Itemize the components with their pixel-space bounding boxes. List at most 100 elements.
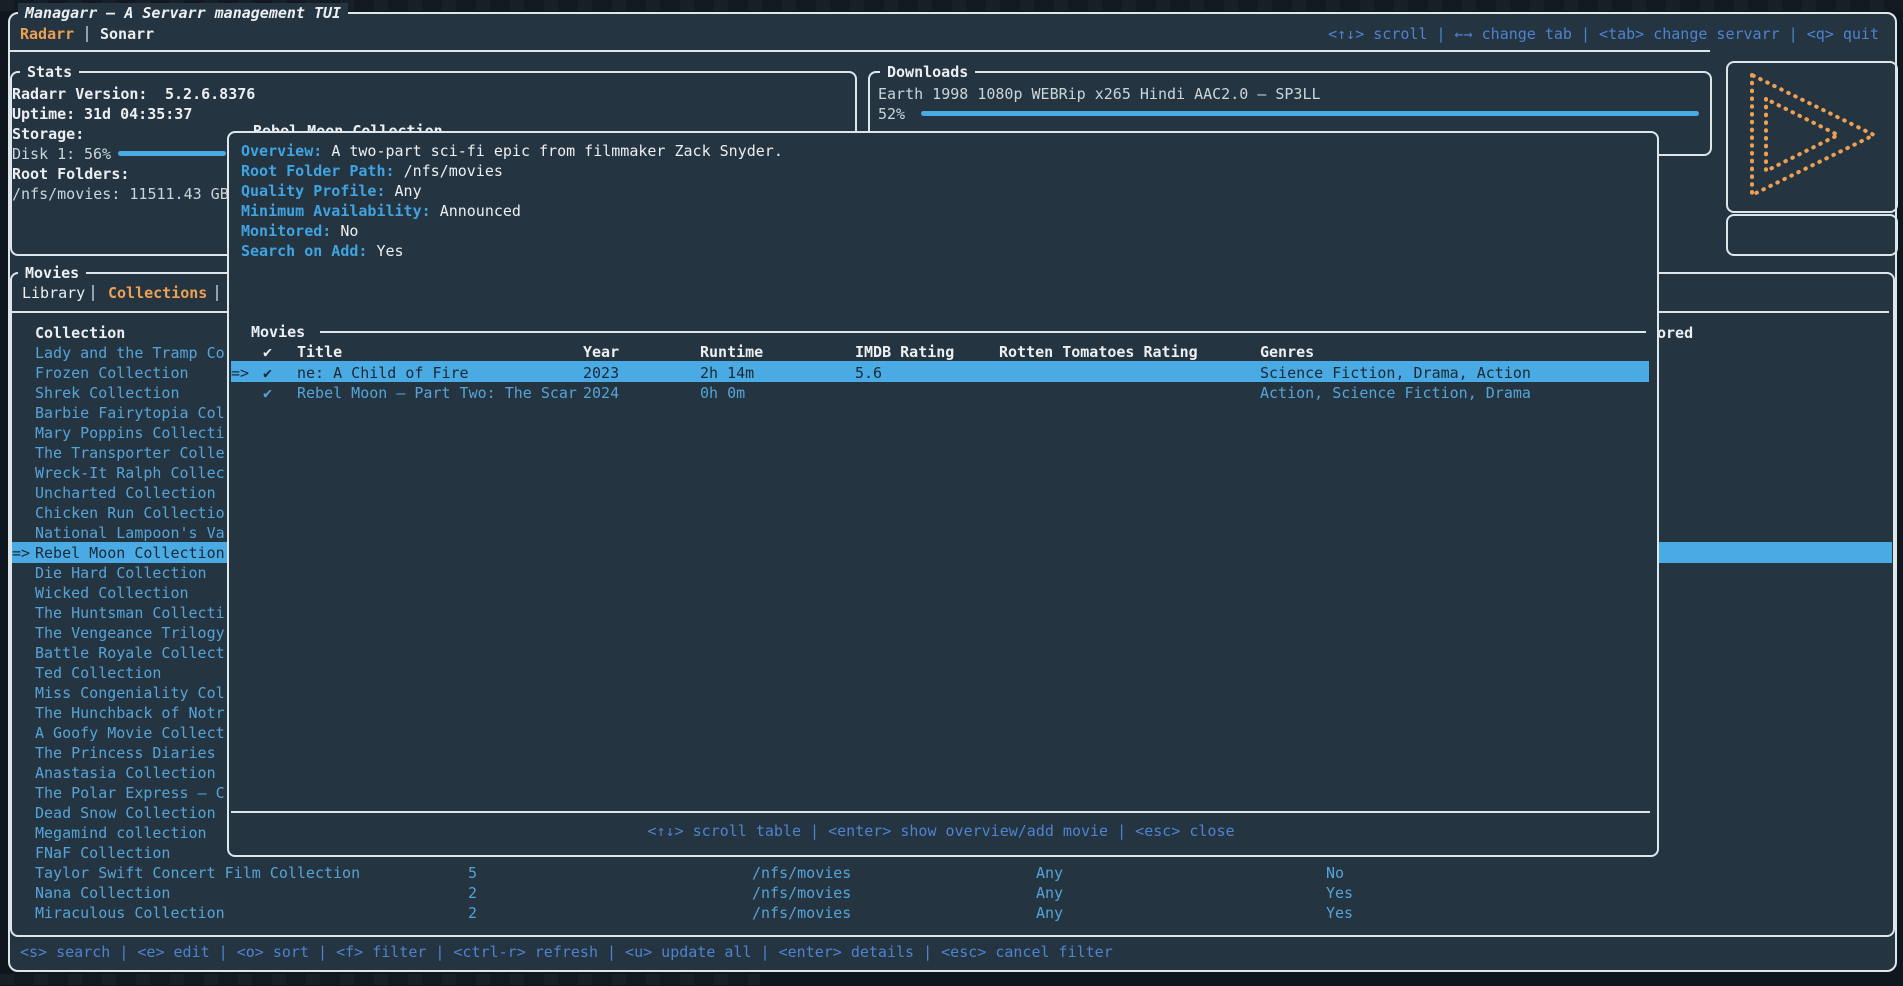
modal-field-value: Announced xyxy=(440,202,521,220)
collection-item[interactable]: The Polar Express – C xyxy=(35,783,225,803)
movies-table-header-cell: ✔ xyxy=(263,342,272,362)
collection-cell-path: /nfs/movies xyxy=(752,883,851,903)
collection-details-modal xyxy=(227,131,1659,857)
modal-field-value: Yes xyxy=(376,242,403,260)
modal-movies-section-line xyxy=(320,331,1646,333)
movie-cell-runtime: 0h 0m xyxy=(700,383,745,403)
collection-item[interactable]: Die Hard Collection xyxy=(35,563,207,583)
collection-cell-name: Miraculous Collection xyxy=(35,903,225,923)
collection-item[interactable]: Mary Poppins Collecti xyxy=(35,423,225,443)
movie-cell-title: Rebel Moon – Part Two: The Scar xyxy=(297,383,577,403)
uptime-value: 31d 04:35:37 xyxy=(84,104,192,124)
collections-column-header: Collection xyxy=(35,323,125,343)
modal-field: Quality Profile: Any xyxy=(241,181,422,201)
selection-arrow: => xyxy=(12,543,30,563)
collection-item[interactable]: Dead Snow Collection xyxy=(35,803,216,823)
play-logo-icon xyxy=(1742,69,1882,206)
collection-cell-path: /nfs/movies xyxy=(752,863,851,883)
selected-row-overflow-highlight xyxy=(1656,542,1892,563)
collection-item[interactable]: Wicked Collection xyxy=(35,583,189,603)
modal-help-text: <↑↓> scroll table | <enter> show overvie… xyxy=(227,821,1655,841)
movie-cell-year: 2024 xyxy=(583,383,619,403)
collection-item[interactable]: Chicken Run Collectio xyxy=(35,503,225,523)
movies-table-header-cell: Title xyxy=(297,342,342,362)
collection-cell-profile: Any xyxy=(1036,863,1063,883)
movies-table-header-cell: Rotten Tomatoes Rating xyxy=(999,342,1198,362)
collection-item[interactable]: National Lampoon's Va xyxy=(35,523,225,543)
modal-field-value: A two-part sci-fi epic from filmmaker Za… xyxy=(331,142,783,160)
collection-item[interactable]: The Transporter Colle xyxy=(35,443,225,463)
collection-cell-monitored: Yes xyxy=(1326,883,1353,903)
movie-cell-genres: Action, Science Fiction, Drama xyxy=(1260,383,1531,403)
collection-cell-path: /nfs/movies xyxy=(752,903,851,923)
collection-item[interactable]: Frozen Collection xyxy=(35,363,189,383)
collection-cell-movies: 2 xyxy=(468,883,477,903)
modal-field: Monitored: No xyxy=(241,221,358,241)
download-percent: 52% xyxy=(878,104,905,124)
radarr-version-label: Radarr Version: xyxy=(12,84,147,104)
disk-percent: 56% xyxy=(84,144,111,164)
modal-field-label: Monitored: xyxy=(241,222,340,240)
collection-item[interactable]: The Hunchback of Notr xyxy=(35,703,225,723)
movie-cell-title: ne: A Child of Fire xyxy=(297,363,469,383)
movie-cell-indicator: => xyxy=(231,363,249,383)
movie-cell-imdb: 5.6 xyxy=(855,363,882,383)
collection-item[interactable]: Ted Collection xyxy=(35,663,161,683)
collection-item[interactable]: Barbie Fairytopia Col xyxy=(35,403,225,423)
collection-cell-movies: 5 xyxy=(468,863,477,883)
download-progress-bar xyxy=(921,111,1699,116)
radarr-version-value: 5.2.6.8376 xyxy=(165,84,255,104)
collection-item[interactable]: Uncharted Collection xyxy=(35,483,216,503)
collection-item[interactable]: The Huntsman Collecti xyxy=(35,603,225,623)
modal-movies-section-title: Movies xyxy=(244,322,312,342)
modal-field-label: Search on Add: xyxy=(241,242,376,260)
movies-table-header-cell: IMDB Rating xyxy=(855,342,954,362)
uptime-label: Uptime: xyxy=(12,104,75,124)
collection-cell-profile: Any xyxy=(1036,883,1063,903)
tab-radarr[interactable]: Radarr xyxy=(20,24,74,44)
collection-cell-name: Taylor Swift Concert Film Collection xyxy=(35,863,360,883)
bottom-help-text: <s> search | <e> edit | <o> sort | <f> f… xyxy=(20,942,1113,962)
collection-item[interactable]: Rebel Moon Collection xyxy=(35,543,225,563)
modal-field: Root Folder Path: /nfs/movies xyxy=(241,161,503,181)
movie-cell-check: ✔ xyxy=(263,363,272,383)
movie-cell-check: ✔ xyxy=(263,383,272,403)
collection-item[interactable]: Lady and the Tramp Co xyxy=(35,343,225,363)
movies-table-header-cell: Year xyxy=(583,342,619,362)
modal-field-label: Minimum Availability: xyxy=(241,202,440,220)
tab-sonarr[interactable]: Sonarr xyxy=(100,24,154,44)
movie-cell-runtime: 2h 14m xyxy=(700,363,754,383)
root-folder-value: /nfs/movies: 11511.43 GB xyxy=(12,184,229,204)
collection-item[interactable]: Wreck-It Ralph Collec xyxy=(35,463,225,483)
modal-field-value: Any xyxy=(395,182,422,200)
collection-cell-monitored: No xyxy=(1326,863,1344,883)
movies-panel-title: Movies xyxy=(18,263,86,283)
logo-panel xyxy=(1726,61,1898,213)
collection-item[interactable]: Anastasia Collection xyxy=(35,763,216,783)
tab-collections[interactable]: Collections xyxy=(108,283,207,303)
collection-item[interactable]: Miss Congeniality Col xyxy=(35,683,225,703)
tab-block-divider xyxy=(10,50,1710,52)
tab-library[interactable]: Library xyxy=(22,283,85,303)
collection-item[interactable]: FNaF Collection xyxy=(35,843,170,863)
disk-label: Disk 1: xyxy=(12,144,75,164)
modal-field-label: Quality Profile: xyxy=(241,182,395,200)
movie-cell-genres: Science Fiction, Drama, Action xyxy=(1260,363,1531,383)
modal-field: Minimum Availability: Announced xyxy=(241,201,521,221)
collection-item[interactable]: Shrek Collection xyxy=(35,383,180,403)
modal-field: Overview: A two-part sci-fi epic from fi… xyxy=(241,141,783,161)
modal-field-label: Overview: xyxy=(241,142,331,160)
collection-cell-name: Nana Collection xyxy=(35,883,170,903)
collection-item[interactable]: A Goofy Movie Collect xyxy=(35,723,225,743)
collection-item[interactable]: The Princess Diaries xyxy=(35,743,216,763)
collection-item[interactable]: Megamind collection xyxy=(35,823,207,843)
movies-tab-divider-1 xyxy=(92,285,94,301)
disk-usage-bar xyxy=(118,151,226,156)
downloads-title: Downloads xyxy=(880,62,975,82)
root-folders-label: Root Folders: xyxy=(12,164,129,184)
storage-label: Storage: xyxy=(12,124,84,144)
collection-cell-movies: 2 xyxy=(468,903,477,923)
tab-divider xyxy=(86,26,88,42)
collection-item[interactable]: The Vengeance Trilogy xyxy=(35,623,225,643)
collection-item[interactable]: Battle Royale Collect xyxy=(35,643,225,663)
